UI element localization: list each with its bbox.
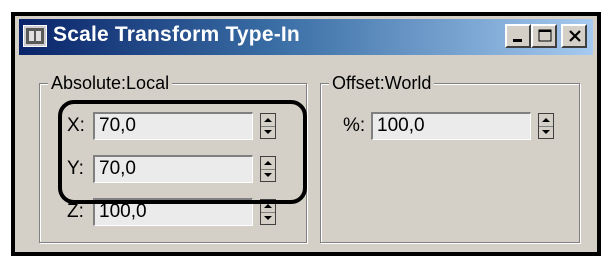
window-title: Scale Transform Type-In bbox=[53, 23, 300, 46]
minimize-icon bbox=[513, 39, 522, 42]
close-button[interactable] bbox=[561, 24, 587, 48]
offset-world-label: Offset:World bbox=[329, 72, 435, 94]
scale-transform-window: Scale Transform Type-In Absolute:Local X… bbox=[11, 12, 601, 256]
minimize-button[interactable] bbox=[505, 24, 531, 48]
maximize-button[interactable] bbox=[531, 24, 557, 48]
percent-axis-label: %: bbox=[343, 115, 366, 136]
title-bar[interactable]: Scale Transform Type-In bbox=[19, 19, 593, 55]
spinner-down-icon bbox=[264, 216, 272, 220]
percent-field-row: %: 100,0 bbox=[343, 112, 563, 140]
app-icon[interactable] bbox=[23, 25, 47, 47]
close-icon bbox=[569, 30, 581, 42]
percent-spinner[interactable] bbox=[538, 113, 554, 139]
maximize-icon bbox=[538, 29, 552, 42]
xy-highlight-annotation bbox=[58, 100, 307, 204]
offset-world-group: Offset:World %: 100,0 bbox=[320, 72, 580, 243]
absolute-local-label: Absolute:Local bbox=[48, 72, 173, 94]
spinner-up-icon bbox=[542, 118, 550, 122]
percent-value-input[interactable]: 100,0 bbox=[371, 112, 531, 140]
spinner-down-icon bbox=[542, 130, 550, 134]
